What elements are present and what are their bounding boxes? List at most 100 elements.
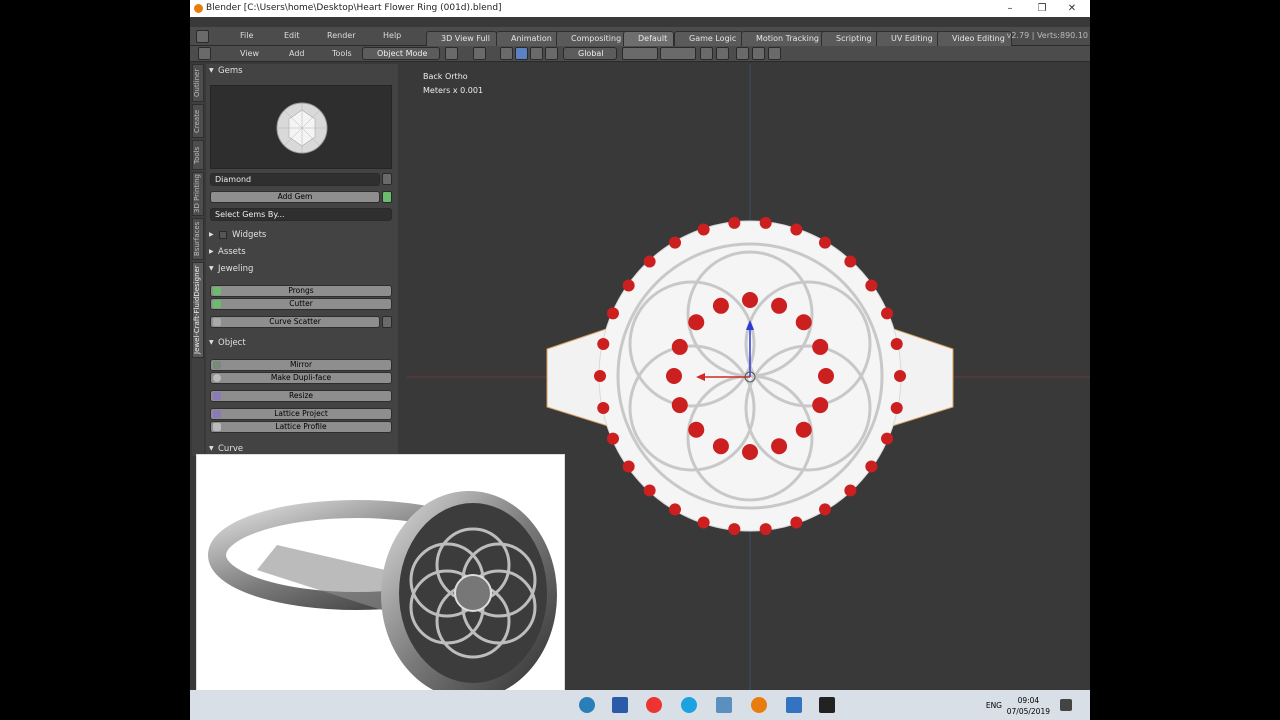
gem-dot — [881, 307, 894, 320]
settings-icon[interactable] — [382, 316, 392, 328]
cutter-button[interactable]: Cutter — [210, 298, 392, 310]
prongs-button[interactable]: Prongs — [210, 285, 392, 297]
manipulator-icon[interactable] — [500, 47, 513, 60]
layers-icon[interactable] — [622, 47, 658, 60]
chrome-icon[interactable] — [646, 697, 662, 713]
select-gems-by-menu[interactable]: Select Gems By... — [210, 208, 392, 221]
make-dupli-face-button[interactable]: Make Dupli-face — [210, 372, 392, 384]
settings-icon[interactable] — [716, 697, 732, 713]
object-panel-header[interactable]: Object — [206, 336, 396, 350]
tool-shelf: Gems Diamond Add Gem Select Gems By... W… — [206, 64, 398, 456]
gem-dot — [606, 307, 619, 320]
tab-tools[interactable]: Tools — [192, 140, 204, 170]
workspace-tab[interactable]: Scripting — [821, 31, 879, 46]
jeweling-panel-header[interactable]: Jeweling — [206, 262, 396, 276]
clock-time: 09:04 — [1017, 696, 1040, 705]
lattice-profile-button[interactable]: Lattice Profile — [210, 421, 392, 433]
widgets-checkbox[interactable] — [219, 231, 227, 239]
lattice-profile-label: Lattice Profile — [275, 422, 327, 431]
gem-dot — [697, 223, 710, 236]
diamond-preview-icon — [276, 102, 328, 154]
gem-dot — [819, 503, 831, 516]
gem-dot — [666, 368, 682, 384]
search-icon[interactable] — [382, 173, 392, 185]
render-layer-icon[interactable] — [700, 47, 713, 60]
menu-tools[interactable]: Tools — [332, 49, 352, 58]
lattice-project-label: Lattice Project — [274, 409, 328, 418]
gem-icon[interactable] — [382, 191, 392, 203]
rotate-icon[interactable] — [530, 47, 543, 60]
windows-taskbar: ENG 09:04 07/05/2019 — [190, 690, 1090, 720]
tab-create[interactable]: Create — [192, 104, 204, 138]
menu-edit[interactable]: Edit — [284, 31, 300, 40]
edge-icon[interactable] — [579, 697, 595, 713]
workspace-tab[interactable]: Animation — [496, 31, 559, 46]
menu-render[interactable]: Render — [327, 31, 355, 40]
blender-icon[interactable] — [751, 697, 767, 713]
tab-bsurfaces[interactable]: Bsurfaces — [192, 218, 204, 260]
gem-dot — [643, 255, 656, 268]
snap-target-icon[interactable] — [752, 47, 765, 60]
clock[interactable]: 09:04 07/05/2019 — [1007, 695, 1050, 717]
shading-icon[interactable] — [445, 47, 458, 60]
notification-icon[interactable] — [1060, 699, 1072, 711]
tab-jewelcraft[interactable]: Jewel-Craft-FluidDesigner — [192, 262, 204, 358]
menu-view[interactable]: View — [240, 49, 259, 58]
gem-type-select[interactable]: Diamond — [210, 173, 380, 186]
workspace-tab[interactable]: UV Editing — [876, 31, 940, 46]
dupli-face-label: Make Dupli-face — [270, 373, 332, 382]
resize-button[interactable]: Resize — [210, 390, 392, 402]
lattice-project-button[interactable]: Lattice Project — [210, 408, 392, 420]
workspace-tab[interactable]: Game Logic — [674, 31, 744, 46]
close-icon[interactable]: ✕ — [1056, 0, 1088, 17]
translate-icon[interactable] — [515, 47, 528, 60]
photos-icon[interactable] — [819, 697, 835, 713]
resize-icon — [213, 392, 221, 400]
add-gem-button[interactable]: Add Gem — [210, 191, 380, 203]
menu-help[interactable]: Help — [383, 31, 401, 40]
minimize-icon[interactable]: – — [994, 0, 1026, 17]
proportional-icon[interactable] — [716, 47, 729, 60]
gem-dot — [844, 255, 857, 268]
restore-icon[interactable]: ❐ — [1026, 0, 1058, 17]
mirror-label: Mirror — [289, 360, 313, 369]
mode-select[interactable]: Object Mode — [362, 47, 440, 60]
workspace-tab[interactable]: 3D View Full — [426, 31, 497, 46]
dupli-face-icon — [213, 374, 221, 382]
editor-type-icon[interactable] — [196, 30, 209, 43]
workspace-tab[interactable]: Compositing — [556, 31, 629, 46]
gem-dot — [771, 297, 788, 314]
gem-dot — [759, 523, 772, 536]
info-header: File Edit Render Help 3D View Full Anima… — [190, 27, 1090, 46]
workspace-tab[interactable]: Default — [623, 31, 675, 46]
malwarebytes-icon[interactable] — [786, 697, 802, 713]
gem-dot — [606, 432, 619, 445]
editor-type-icon[interactable] — [198, 47, 211, 60]
tab-3d-printing[interactable]: 3D Printing — [192, 172, 204, 216]
snap-align-icon[interactable] — [768, 47, 781, 60]
pivot-icon[interactable] — [473, 47, 486, 60]
workspace-tab[interactable]: Video Editing — [937, 31, 1012, 46]
word-icon[interactable] — [612, 697, 628, 713]
scale-icon[interactable] — [545, 47, 558, 60]
language-indicator[interactable]: ENG — [986, 701, 1002, 710]
mirror-button[interactable]: Mirror — [210, 359, 392, 371]
widgets-panel-header[interactable]: Widgets — [206, 228, 396, 242]
orientation-select[interactable]: Global — [563, 47, 617, 60]
tab-outliner[interactable]: Outliner — [192, 64, 204, 102]
gem-dot — [818, 368, 834, 384]
cutter-icon — [213, 300, 221, 308]
skype-icon[interactable] — [681, 697, 697, 713]
lattice-icon — [213, 410, 221, 418]
layers-icon[interactable] — [660, 47, 696, 60]
gems-panel-header[interactable]: Gems — [206, 64, 396, 78]
gem-dot — [759, 216, 772, 229]
assets-panel-header[interactable]: Assets — [206, 245, 396, 259]
snap-icon[interactable] — [736, 47, 749, 60]
curve-scatter-button[interactable]: Curve Scatter — [210, 316, 380, 328]
menu-file[interactable]: File — [240, 31, 253, 40]
menu-add[interactable]: Add — [289, 49, 305, 58]
workspace-tab[interactable]: Motion Tracking — [741, 31, 826, 46]
gem-dot — [671, 397, 688, 414]
title-bar: Blender [C:\Users\home\Desktop\Heart Flo… — [190, 0, 1090, 17]
